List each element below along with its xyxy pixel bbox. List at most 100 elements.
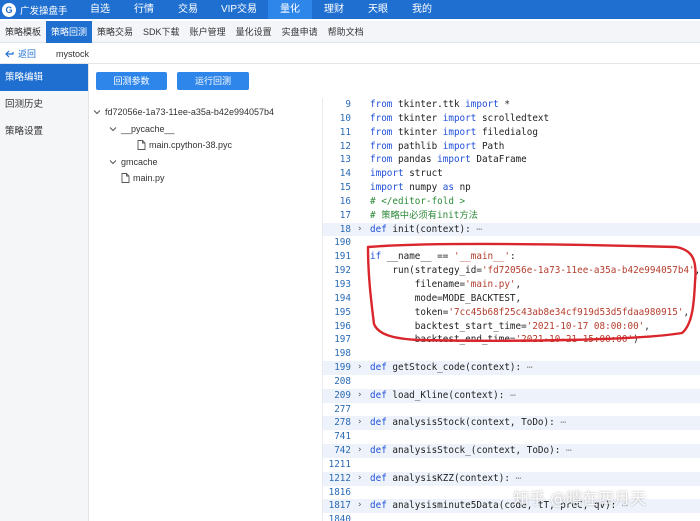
code-text: token='7cc45b68f25c43ab8e34cf919d53d5fda…: [370, 306, 690, 318]
sidebar-item[interactable]: 回测历史: [0, 91, 88, 118]
tree-item-label: gmcache: [121, 156, 158, 167]
top-app-bar: G 广发操盘手 自选 行情 交易 VIP交易 量化 理财 天眼 我的: [0, 0, 700, 19]
sub-tab[interactable]: 帮助文档: [323, 21, 369, 43]
sub-tab[interactable]: 策略回测: [46, 20, 93, 43]
line-number: 195: [334, 306, 351, 318]
top-nav-item[interactable]: 自选: [78, 0, 122, 19]
line-number: 1816: [328, 486, 351, 498]
tree-item-label: fd72056e-1a73-11ee-a35a-b42e994057b4: [105, 107, 274, 117]
chevron-down-icon[interactable]: [108, 124, 118, 134]
folded-ellipsis-icon[interactable]: ⋯: [521, 362, 533, 373]
line-number: 191: [334, 251, 351, 263]
backtest-params-button[interactable]: 回测参数: [96, 72, 167, 90]
code-line[interactable]: 208: [323, 375, 700, 389]
code-line[interactable]: 9 from tkinter.ttk import *: [323, 98, 700, 112]
top-nav-item[interactable]: 理财: [312, 0, 356, 19]
code-line[interactable]: 190: [323, 236, 700, 250]
code-line[interactable]: 16 # </editor-fold >: [323, 195, 700, 209]
line-number: 1212: [328, 472, 351, 484]
folded-ellipsis-icon[interactable]: ⋯: [471, 224, 482, 235]
line-number: 196: [334, 320, 351, 332]
code-text: from pathlib import Path: [370, 140, 505, 152]
sub-tab[interactable]: 策略交易: [92, 21, 138, 43]
fold-chevron-icon[interactable]: ›: [357, 223, 365, 237]
code-line[interactable]: 197 backtest_end_time='2021-10-21 15:00:…: [323, 333, 700, 347]
code-line[interactable]: 15 import numpy as np: [323, 181, 700, 195]
code-line[interactable]: 742 › def analysisStock_(context, ToDo): ⋯: [323, 444, 700, 458]
code-line[interactable]: 741: [323, 430, 700, 444]
top-nav-item[interactable]: 天眼: [356, 0, 400, 19]
top-nav-item[interactable]: 我的: [400, 0, 444, 19]
sidebar-item[interactable]: 策略编辑: [0, 64, 88, 91]
code-line[interactable]: 194 mode=MODE_BACKTEST,: [323, 292, 700, 306]
top-nav-item[interactable]: 行情: [122, 0, 166, 19]
code-line[interactable]: 12 from pathlib import Path: [323, 140, 700, 154]
code-text: def getStock_code(context): ⋯: [370, 362, 533, 374]
fold-chevron-icon[interactable]: ›: [357, 499, 365, 513]
tree-file[interactable]: main.py: [92, 170, 320, 186]
fold-chevron-icon[interactable]: ›: [357, 361, 365, 375]
code-line[interactable]: 192 run(strategy_id='fd72056e-1a73-11ee-…: [323, 264, 700, 278]
code-text: def analysisKZZ(context): ⋯: [370, 472, 522, 484]
fold-chevron-icon[interactable]: ›: [357, 444, 365, 458]
code-line[interactable]: 17 # 策略中必须有init方法: [323, 209, 700, 223]
top-nav-item[interactable]: VIP交易: [210, 0, 268, 19]
sub-tab[interactable]: 量化设置: [231, 21, 277, 43]
code-line[interactable]: 1840: [323, 513, 700, 521]
back-link[interactable]: 返回: [18, 47, 36, 60]
line-number: 198: [334, 348, 351, 360]
code-line[interactable]: 196 backtest_start_time='2021-10-17 08:0…: [323, 320, 700, 334]
top-nav-item[interactable]: 量化: [268, 0, 312, 19]
sidebar-item[interactable]: 策略设置: [0, 118, 88, 145]
chevron-down-icon[interactable]: [92, 107, 102, 117]
sub-tab[interactable]: 实盘申请: [277, 21, 323, 43]
code-line[interactable]: 1212 › def analysisKZZ(context): ⋯: [323, 471, 700, 486]
tree-folder[interactable]: gmcache: [92, 154, 320, 170]
tree-file[interactable]: main.cpython-38.pyc: [92, 137, 320, 153]
brand: G 广发操盘手: [0, 0, 78, 19]
code-line[interactable]: 209 › def load_Kline(context): ⋯: [323, 388, 700, 403]
code-text: def load_Kline(context): ⋯: [370, 389, 516, 401]
code-line[interactable]: 13 from pandas import DataFrame: [323, 153, 700, 167]
code-line[interactable]: 278 › def analysisStock(context, ToDo): ⋯: [323, 416, 700, 431]
line-number: 1211: [328, 458, 351, 470]
fold-chevron-icon[interactable]: ›: [357, 389, 365, 403]
line-number: 12: [339, 140, 351, 152]
code-editor[interactable]: 9 from tkinter.ttk import * 10 from tkinter…: [322, 98, 700, 521]
sub-tab[interactable]: SDK下载: [138, 21, 185, 43]
fold-chevron-icon[interactable]: ›: [357, 472, 365, 486]
code-line[interactable]: 193 filename='main.py',: [323, 278, 700, 292]
top-nav-item[interactable]: 交易: [166, 0, 210, 19]
tree-folder[interactable]: __pycache__: [92, 121, 320, 137]
sub-tab[interactable]: 账户管理: [185, 21, 231, 43]
code-line[interactable]: 277: [323, 403, 700, 417]
back-arrow-icon[interactable]: [5, 49, 15, 59]
folded-ellipsis-icon[interactable]: ⋯: [555, 417, 566, 428]
run-backtest-button[interactable]: 运行回测: [177, 72, 249, 90]
code-text: def init(context): ⋯: [370, 223, 482, 235]
code-line[interactable]: 10 from tkinter import scrolledtext: [323, 112, 700, 126]
code-line[interactable]: 199 › def getStock_code(context): ⋯: [323, 361, 700, 375]
folded-ellipsis-icon[interactable]: ⋯: [560, 445, 572, 456]
folded-ellipsis-icon[interactable]: ⋯: [504, 390, 516, 401]
code-line[interactable]: 195 token='7cc45b68f25c43ab8e34cf919d53d…: [323, 306, 700, 320]
code-line[interactable]: 191 if __name__ == '__main__':: [323, 250, 700, 264]
code-text: def analysisStock_(context, ToDo): ⋯: [370, 445, 572, 457]
line-number: 197: [334, 334, 351, 346]
sub-tab-bar: 策略模板 策略回测 策略交易 SDK下载 账户管理 量化设置 实盘申请 帮助文档: [0, 20, 700, 43]
sub-tab[interactable]: 策略模板: [0, 21, 46, 43]
line-number: 17: [339, 209, 351, 221]
file-icon: [137, 140, 146, 150]
code-line[interactable]: 1211: [323, 458, 700, 472]
line-number: 741: [334, 431, 351, 443]
code-line[interactable]: 18 › def init(context): ⋯: [323, 222, 700, 237]
folded-ellipsis-icon[interactable]: ⋯: [510, 473, 522, 484]
code-line[interactable]: 11 from tkinter import filedialog: [323, 126, 700, 140]
code-line[interactable]: 198: [323, 347, 700, 361]
line-number: 1840: [328, 514, 351, 521]
line-number: 278: [334, 417, 351, 429]
fold-chevron-icon[interactable]: ›: [357, 416, 365, 430]
tree-folder[interactable]: fd72056e-1a73-11ee-a35a-b42e994057b4: [92, 104, 320, 120]
code-line[interactable]: 14 import struct: [323, 167, 700, 181]
chevron-down-icon[interactable]: [108, 157, 118, 167]
